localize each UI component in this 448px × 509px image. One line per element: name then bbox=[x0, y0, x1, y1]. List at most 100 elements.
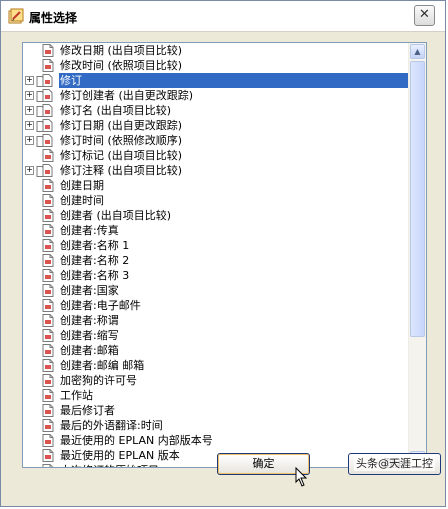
dialog-title: 属性选择 bbox=[29, 11, 78, 25]
property-group-icon bbox=[36, 164, 54, 177]
property-document-icon bbox=[42, 179, 54, 192]
property-document-icon bbox=[42, 434, 54, 447]
list-item[interactable]: 最近使用的 EPLAN 内部版本号 bbox=[23, 433, 408, 448]
list-item-label: 创建者:邮箱 bbox=[60, 344, 119, 357]
property-document-icon bbox=[42, 59, 54, 72]
list-item-label: 创建者:缩写 bbox=[60, 329, 119, 342]
list-item-label: 最后的外语翻译:时间 bbox=[60, 419, 163, 432]
list-item-label: 最后修订者 bbox=[60, 404, 115, 417]
list-item-label: 创建日期 bbox=[60, 179, 104, 192]
list-item[interactable]: 加密狗的许可号 bbox=[23, 373, 408, 388]
property-list-rows: 修改日期 (出自项目比较) 修改时间 (依照项目比较) + 修订 + 修订创建者 (出自更… bbox=[23, 43, 412, 467]
list-item-label: 创建者:传真 bbox=[60, 224, 119, 237]
list-item-label: 创建者:名称 2 bbox=[60, 254, 130, 267]
list-item-label: 创建时间 bbox=[60, 194, 104, 207]
expand-plus-icon[interactable]: + bbox=[25, 76, 34, 85]
list-item[interactable]: 最后的外语翻译:时间 bbox=[23, 418, 408, 433]
list-item-label: 修订标记 (出自项目比较) bbox=[60, 149, 183, 162]
list-item-label: 工作站 bbox=[60, 389, 93, 402]
property-group-icon bbox=[36, 119, 54, 132]
list-item-label: 创建者:邮编 邮箱 bbox=[60, 359, 145, 372]
list-item-label: 创建者 (出自项目比较) bbox=[60, 209, 172, 222]
property-document-icon bbox=[42, 419, 54, 432]
scroll-up-button[interactable]: ▲ bbox=[410, 44, 425, 59]
list-item-label: 最近使用的 EPLAN 版本 bbox=[60, 449, 180, 462]
list-item-label: 最近使用的 EPLAN 内部版本号 bbox=[60, 434, 213, 447]
vertical-scrollbar[interactable]: ▲ ▼ bbox=[408, 43, 426, 467]
list-item[interactable]: 创建者:名称 3 bbox=[23, 268, 408, 283]
list-item-label: 修订时间 (依照修改顺序) bbox=[60, 134, 183, 147]
list-item[interactable]: 修改日期 (出自项目比较) bbox=[23, 43, 408, 58]
property-document-icon bbox=[42, 194, 54, 207]
list-item[interactable]: 修改时间 (依照项目比较) bbox=[23, 58, 408, 73]
list-item[interactable]: + 修订创建者 (出自更改跟踪) bbox=[23, 88, 408, 103]
property-group-icon bbox=[36, 74, 54, 87]
list-item-label: 创建者:名称 1 bbox=[60, 239, 130, 252]
list-item[interactable]: 创建时间 bbox=[23, 193, 408, 208]
property-document-icon bbox=[42, 44, 54, 57]
expand-plus-icon[interactable]: + bbox=[25, 91, 34, 100]
list-item[interactable]: 修订标记 (出自项目比较) bbox=[23, 148, 408, 163]
property-document-icon bbox=[42, 404, 54, 417]
property-document-icon bbox=[42, 254, 54, 267]
mouse-cursor-icon bbox=[295, 467, 308, 487]
property-document-icon bbox=[42, 449, 54, 462]
property-document-icon bbox=[42, 464, 54, 467]
list-item[interactable]: 创建者 (出自项目比较) bbox=[23, 208, 408, 223]
list-item[interactable]: 创建者:名称 1 bbox=[23, 238, 408, 253]
list-item[interactable]: + 修订 bbox=[23, 73, 412, 88]
property-document-icon bbox=[42, 284, 54, 297]
list-item[interactable]: + 修订注释 (出自项目比较) bbox=[23, 163, 408, 178]
list-item[interactable]: 创建者:名称 2 bbox=[23, 253, 408, 268]
watermark-text: 头条@天涯工控 bbox=[354, 455, 435, 471]
list-item[interactable]: 创建者:传真 bbox=[23, 223, 408, 238]
list-item[interactable]: 创建者:国家 bbox=[23, 283, 408, 298]
property-document-icon bbox=[42, 299, 54, 312]
dialog-body: 修改日期 (出自项目比较) 修改时间 (依照项目比较) + 修订 + 修订创建者 (出自更… bbox=[1, 32, 445, 506]
property-selection-dialog: 属性选择 ✕ 修改日期 (出自项目比较) 修改时间 (依照项目比较) + 修订 + 修订创… bbox=[0, 0, 446, 507]
list-item-label: 修订创建者 (出自更改跟踪) bbox=[60, 89, 194, 102]
close-icon: ✕ bbox=[419, 7, 430, 22]
list-item[interactable]: 最后修订者 bbox=[23, 403, 408, 418]
list-item[interactable]: 创建者:缩写 bbox=[23, 328, 408, 343]
list-item-label: 本次修订的原始项目 bbox=[60, 463, 159, 467]
list-item-label: 修订日期 (出自更改跟踪) bbox=[60, 119, 183, 132]
property-document-icon bbox=[42, 209, 54, 222]
property-document-icon bbox=[42, 239, 54, 252]
list-item-label: 修订注释 (出自项目比较) bbox=[60, 164, 183, 177]
list-item[interactable]: 创建者:称谓 bbox=[23, 313, 408, 328]
expand-plus-icon[interactable]: + bbox=[25, 106, 34, 115]
list-item-label: 创建者:电子邮件 bbox=[60, 299, 141, 312]
app-icon bbox=[8, 8, 24, 24]
list-item-label: 创建者:名称 3 bbox=[60, 269, 130, 282]
list-item[interactable]: 创建者:电子邮件 bbox=[23, 298, 408, 313]
list-item[interactable]: + 修订日期 (出自更改跟踪) bbox=[23, 118, 408, 133]
list-item[interactable]: 创建者:邮编 邮箱 bbox=[23, 358, 408, 373]
property-document-icon bbox=[42, 344, 54, 357]
expand-plus-icon[interactable]: + bbox=[25, 121, 34, 130]
property-group-icon bbox=[36, 89, 54, 102]
list-item-label: 修改日期 (出自项目比较) bbox=[60, 44, 183, 57]
property-document-icon bbox=[42, 269, 54, 282]
list-item[interactable]: 创建者:邮箱 bbox=[23, 343, 408, 358]
property-list[interactable]: 修改日期 (出自项目比较) 修改时间 (依照项目比较) + 修订 + 修订创建者 (出自更… bbox=[22, 42, 427, 468]
property-group-icon bbox=[36, 104, 54, 117]
property-document-icon bbox=[42, 389, 54, 402]
property-document-icon bbox=[42, 329, 54, 342]
list-item[interactable]: 创建日期 bbox=[23, 178, 408, 193]
expand-plus-icon[interactable]: + bbox=[25, 136, 34, 145]
list-item-label: 创建者:国家 bbox=[60, 284, 119, 297]
property-group-icon bbox=[36, 134, 54, 147]
expand-plus-icon[interactable]: + bbox=[25, 166, 34, 175]
list-item-label: 修订名 (出自项目比较) bbox=[60, 104, 172, 117]
close-button[interactable]: ✕ bbox=[414, 5, 435, 26]
list-item[interactable]: + 修订名 (出自项目比较) bbox=[23, 103, 408, 118]
title-bar[interactable]: 属性选择 ✕ bbox=[1, 1, 445, 32]
property-document-icon bbox=[42, 149, 54, 162]
list-item-label: 加密狗的许可号 bbox=[60, 374, 137, 387]
list-item[interactable]: 工作站 bbox=[23, 388, 408, 403]
list-item-label: 创建者:称谓 bbox=[60, 314, 119, 327]
list-item-label: 修改时间 (依照项目比较) bbox=[60, 59, 183, 72]
scrollbar-thumb[interactable] bbox=[410, 61, 425, 337]
list-item[interactable]: + 修订时间 (依照修改顺序) bbox=[23, 133, 408, 148]
